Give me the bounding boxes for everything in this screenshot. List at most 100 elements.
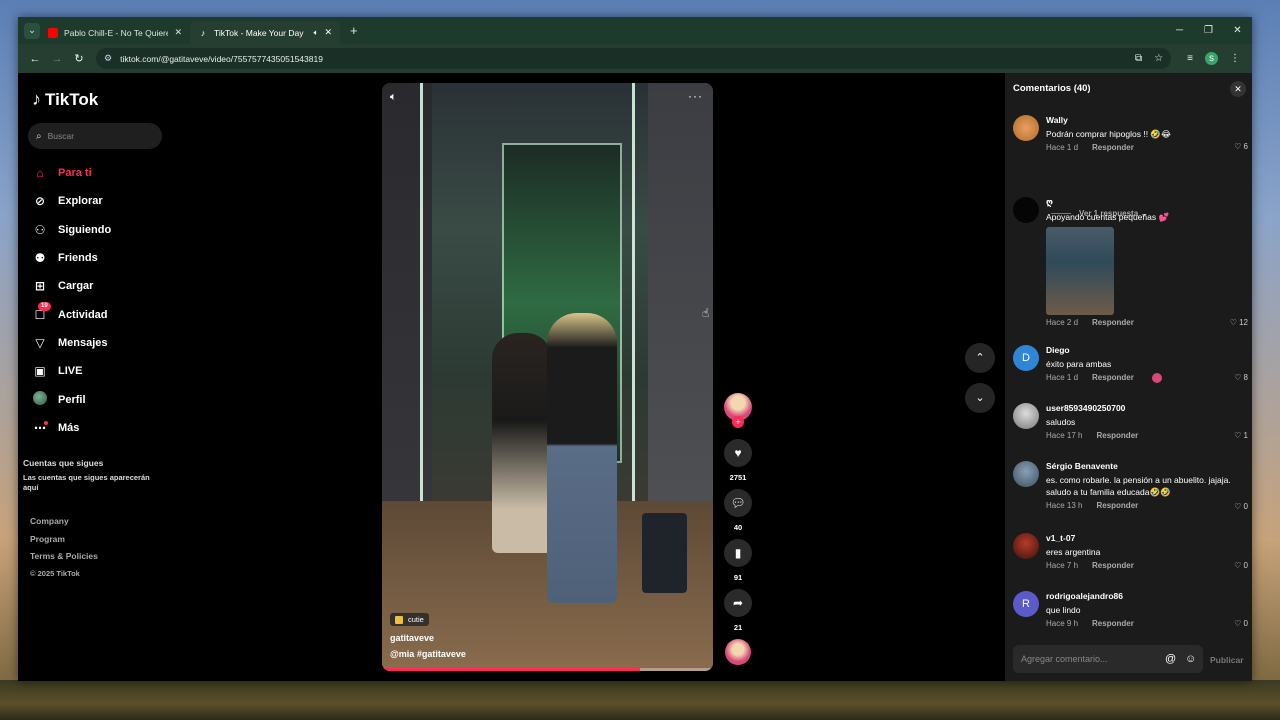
reply-button[interactable]: Responder [1092,619,1134,628]
install-app-icon[interactable]: ⧉ [1135,53,1142,64]
comment-like-button[interactable]: ♡ 12 [1230,318,1248,327]
comment-like-button[interactable]: ♡ 1 [1234,431,1248,440]
avatar[interactable] [1013,403,1039,429]
tiktok-note-icon: ♪ [32,89,41,109]
reply-button[interactable]: Responder [1096,431,1138,440]
sidebar-item-para-ti[interactable]: ⌂ Para ti [32,159,111,187]
post-comment-button[interactable]: Publicar [1210,655,1244,665]
footer-link-terms[interactable]: Terms & Policies [30,551,98,569]
comment-username[interactable]: ღ [1046,197,1241,208]
sidebar-item-cargar[interactable]: ⊞ Cargar [32,272,111,300]
search-input[interactable]: ⌕ Buscar [28,123,162,149]
avatar[interactable] [1013,461,1039,487]
comment-username[interactable]: Wally [1046,115,1241,125]
following-title: Cuentas que sigues [23,458,104,468]
avatar[interactable]: D [1013,345,1039,371]
sidebar-item-actividad[interactable]: ☐ 19 Actividad [32,300,111,328]
footer-link-program[interactable]: Program [30,534,98,552]
share-button[interactable]: ➦ [724,589,752,617]
previous-video-button[interactable]: ⌃ [965,343,995,373]
sidebar-item-siguiendo[interactable]: ⚇ Siguiendo [32,216,112,244]
comment-like-button[interactable]: ♡ 8 [1234,373,1248,382]
follow-plus-icon[interactable]: + [732,416,744,428]
reply-button[interactable]: Responder [1092,143,1134,152]
heart-outline-icon: ♡ [1234,431,1242,440]
reply-button[interactable]: Responder [1096,501,1138,510]
emoji-icon[interactable]: ☺ [1185,653,1196,665]
menu-kebab-icon[interactable]: ⋮ [1230,53,1240,64]
tab-tiktok[interactable]: ♪ TikTok - Make Your Day 🔈︎ ✕ [190,21,340,44]
heart-outline-icon: ♡ [1234,619,1242,628]
mention-link[interactable]: @mia [390,649,414,659]
sidebar: ♪ TikTok ⌕ Buscar ⌂ Para ti ⊘ Explorar ⚇… [18,73,178,681]
mention-icon[interactable]: @ [1165,653,1176,665]
video-player[interactable]: 🔈︎ ··· cutie gatitaveve @mia #gatitaveve [382,83,713,671]
reply-button[interactable]: Responder [1092,373,1134,383]
avatar[interactable]: R [1013,591,1039,617]
comment-like-button[interactable]: ♡ 6 [1234,142,1248,151]
hashtag-link[interactable]: #gatitaveve [417,649,466,659]
sidebar-item-friends[interactable]: ⚉ Friends [32,244,111,272]
tab-search-button[interactable]: ⌄ [24,22,40,39]
comment-username[interactable]: rodrigoalejandro86 [1046,591,1241,601]
tiktok-logo[interactable]: ♪ TikTok [32,89,98,110]
sidebar-item-live[interactable]: ▣ LIVE [32,357,111,385]
comment-text: eres argentina [1046,547,1101,557]
sound-disc[interactable] [725,639,751,665]
profile-avatar[interactable]: s [1205,52,1218,65]
forward-icon[interactable]: → [46,53,68,65]
close-comments-button[interactable]: ✕ [1230,81,1246,97]
creator-avatar[interactable]: + [724,393,752,428]
volume-icon[interactable]: 🔈︎ [390,91,397,104]
avatar[interactable] [1013,197,1039,223]
tab-title: Pablo Chill-E - No Te Quieren V [64,27,169,38]
speaker-icon[interactable]: 🔈︎ [314,28,319,38]
comment-username[interactable]: v1_t-07 [1046,533,1241,543]
media-control-icon[interactable]: ≡ [1187,53,1193,64]
comment-like-button[interactable]: ♡ 0 [1234,619,1248,628]
next-video-button[interactable]: ⌄ [965,383,995,413]
minimize-icon[interactable]: ─ [1165,25,1194,36]
video-tag[interactable]: cutie [390,613,429,626]
comment-username[interactable]: user8593490250700 [1046,403,1241,413]
sidebar-item-explorar[interactable]: ⊘ Explorar [32,187,111,215]
reply-button[interactable]: Responder [1092,561,1134,570]
comment-input[interactable]: Agregar comentario... @ ☺ [1013,645,1203,673]
footer-link-company[interactable]: Company [30,516,98,534]
back-icon[interactable]: ← [24,53,46,65]
close-window-icon[interactable]: ✕ [1223,25,1252,36]
comment-like-button[interactable]: ♡ 0 [1234,561,1248,570]
reload-icon[interactable]: ↻ [68,52,90,65]
close-tab-icon[interactable]: ✕ [324,27,332,38]
comment-image[interactable] [1046,227,1114,315]
comment-like-button[interactable]: ♡ 0 [1234,502,1248,511]
like-button[interactable]: ♥ [724,439,752,467]
comment-username[interactable]: Diego [1046,345,1241,355]
avatar[interactable] [1013,533,1039,559]
video-progress-bar[interactable] [382,668,713,671]
avatar[interactable] [1013,115,1039,141]
sidebar-item-perfil[interactable]: Perfil [32,385,111,413]
heart-outline-icon: ♡ [1229,318,1237,327]
address-bar[interactable]: ⚙ tiktok.com/@gatitaveve/video/755757743… [96,48,1172,69]
close-tab-icon[interactable]: ✕ [174,27,182,38]
save-button[interactable]: ▮ [724,539,752,567]
reply-button[interactable]: Responder [1092,318,1134,327]
comment-text: Podrán comprar hipoglos !! 🤣😂 [1046,129,1171,139]
sidebar-item-mensajes[interactable]: ▽ Mensajes [32,329,111,357]
sidebar-item-mas[interactable]: ⋯ Más [32,414,111,442]
heart-outline-icon: ♡ [1234,142,1242,151]
hand-cursor-icon: ☝ [702,306,710,320]
comment-time: Hace 9 h [1046,619,1079,628]
comment-button[interactable]: 💬︎ [724,489,752,517]
more-options-icon[interactable]: ··· [688,89,703,103]
site-info-icon[interactable]: ⚙ [104,53,112,64]
new-tab-button[interactable]: + [350,23,358,38]
restore-icon[interactable]: ❐ [1194,25,1223,36]
profile-avatar [32,391,48,408]
comment-username[interactable]: Sérgio Benavente [1046,461,1241,471]
comment-time: Hace 1 d [1046,373,1079,382]
bookmark-star-icon[interactable]: ☆ [1154,53,1163,64]
video-author[interactable]: gatitaveve [390,633,434,643]
tab-youtube[interactable]: Pablo Chill-E - No Te Quieren V ✕ [40,21,190,44]
